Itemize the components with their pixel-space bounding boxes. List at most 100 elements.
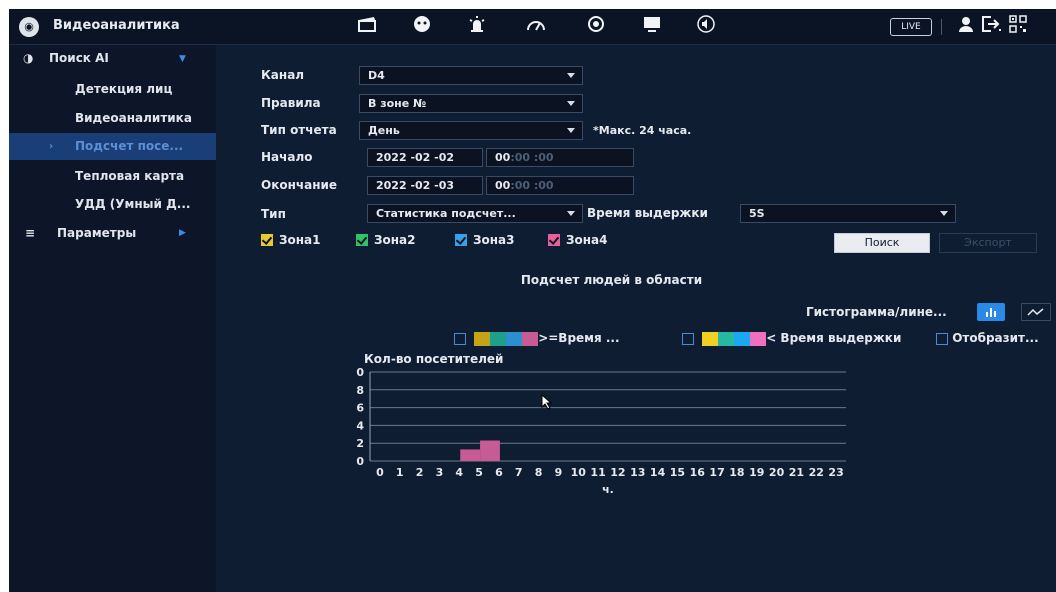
- start-min-sec: :00 :00: [510, 151, 554, 164]
- report-type-select[interactable]: День: [359, 121, 583, 140]
- checkbox-icon: [455, 234, 467, 246]
- sidebar-item-label: Параметры: [57, 226, 137, 240]
- y-tick-label: 8: [356, 384, 364, 397]
- rules-label: Правила: [261, 96, 321, 110]
- x-tick-label: 19: [749, 466, 764, 479]
- display-label: Отобразит...: [952, 331, 1039, 345]
- chart-mode-label: Гистограмма/лине...: [806, 305, 947, 319]
- bar: [480, 440, 500, 461]
- y-tick-label: 4: [356, 419, 364, 432]
- gauge-icon[interactable]: [523, 15, 549, 39]
- x-tick-label: 14: [650, 466, 666, 479]
- top-bar: ◉ Видеоаналитика LIVE: [9, 9, 1056, 45]
- search-ai-icon: ◑: [23, 51, 34, 65]
- record-icon[interactable]: [583, 15, 609, 39]
- dwell-select[interactable]: 5S: [740, 204, 956, 223]
- sidebar-item-udd[interactable]: УДД (Умный Д...: [9, 191, 216, 218]
- histogram-mode-icon[interactable]: [977, 303, 1005, 321]
- user-icon[interactable]: [953, 15, 979, 39]
- speaker-icon[interactable]: [693, 15, 719, 39]
- legend-swatch: [506, 331, 523, 346]
- x-tick-label: 12: [610, 466, 625, 479]
- x-tick-label: 15: [670, 466, 685, 479]
- chevron-down-icon: [567, 73, 575, 78]
- x-tick-label: 17: [709, 466, 724, 479]
- face-icon[interactable]: [409, 15, 435, 39]
- sidebar-item-heatmap[interactable]: Тепловая карта: [9, 163, 216, 190]
- x-tick-label: 11: [590, 466, 605, 479]
- legend-swatch: [490, 331, 507, 346]
- zone3-checkbox[interactable]: Зона3: [455, 233, 515, 247]
- legend-lt-label: < Время выдержки: [766, 331, 902, 345]
- clapper-icon[interactable]: [354, 15, 380, 39]
- legend-swatch: [522, 331, 539, 346]
- chevron-right-icon: ›: [49, 141, 54, 152]
- y-tick-label: 6: [356, 402, 364, 415]
- line-mode-icon[interactable]: [1021, 303, 1051, 321]
- legend-ge[interactable]: >=Время ...: [454, 331, 620, 346]
- checkbox-icon: [261, 234, 273, 246]
- channel-label: Канал: [261, 68, 305, 82]
- type-select[interactable]: Статистика подсчет...: [367, 204, 583, 223]
- sidebar-item-search-ai[interactable]: ◑ Поиск AI ▼: [9, 45, 216, 72]
- y-tick-label: 10: [356, 366, 364, 379]
- zone1-checkbox[interactable]: Зона1: [261, 233, 321, 247]
- qr-icon[interactable]: [1005, 15, 1031, 39]
- cursor-icon: [541, 394, 553, 410]
- x-tick-label: 3: [436, 466, 444, 479]
- topbar-divider: [941, 19, 942, 35]
- zone2-checkbox[interactable]: Зона2: [356, 233, 416, 247]
- x-tick-label: 8: [535, 466, 543, 479]
- report-type-label: Тип отчета: [261, 123, 337, 137]
- y-tick-label: 0: [356, 455, 364, 468]
- main-panel: Канал D4 Правила В зоне № Тип отчета Ден…: [216, 45, 1056, 592]
- report-note: *Макс. 24 часа.: [593, 124, 692, 137]
- checkbox-icon: [936, 332, 948, 345]
- start-date-field[interactable]: 2022 -02 -02: [367, 148, 483, 167]
- checkbox-icon: [548, 234, 560, 246]
- x-tick-label: 6: [495, 466, 503, 479]
- start-time-field[interactable]: 00:00 :00: [486, 148, 634, 167]
- sidebar-item-label: Видеоаналитика: [75, 111, 192, 125]
- export-button[interactable]: Экспорт: [939, 233, 1037, 253]
- x-tick-label: 0: [376, 466, 384, 479]
- zone4-checkbox[interactable]: Зона4: [548, 233, 608, 247]
- rules-select[interactable]: В зоне №: [359, 94, 583, 113]
- channel-select[interactable]: D4: [359, 66, 583, 85]
- legend-swatch: [474, 331, 491, 346]
- display-toggle[interactable]: Отобразит...: [936, 331, 1039, 345]
- sidebar-item-face-detection[interactable]: Детекция лиц: [9, 76, 216, 103]
- live-button[interactable]: LIVE: [890, 18, 932, 36]
- x-tick-label: 7: [515, 466, 523, 479]
- checkbox-icon: [682, 332, 694, 345]
- chart: Кол-во посетителей0246810012345678910111…: [356, 352, 846, 496]
- sidebar-item-video-analytics[interactable]: Видеоаналитика: [9, 105, 216, 132]
- end-date-field[interactable]: 2022 -02 -03: [367, 176, 483, 195]
- type-label: Тип: [261, 207, 286, 221]
- end-time-field[interactable]: 00:00 :00: [486, 176, 634, 195]
- zone1-label: Зона1: [279, 233, 321, 247]
- sidebar-item-label: УДД (Умный Д...: [75, 197, 191, 211]
- y-axis-label: Кол-во посетителей: [364, 352, 503, 366]
- sidebar-item-people-counting[interactable]: › Подсчет посе...: [9, 133, 216, 160]
- bar: [460, 449, 481, 461]
- legend-lt[interactable]: < Время выдержки: [682, 331, 902, 346]
- x-tick-label: 13: [630, 466, 645, 479]
- x-tick-label: 23: [828, 466, 843, 479]
- x-tick-label: 4: [455, 466, 463, 479]
- search-button[interactable]: Поиск: [834, 233, 930, 253]
- zone3-label: Зона3: [473, 233, 515, 247]
- zone2-label: Зона2: [374, 233, 416, 247]
- x-tick-label: 9: [555, 466, 563, 479]
- chevron-down-icon: [567, 211, 575, 216]
- monitor-icon[interactable]: [639, 15, 665, 39]
- alarm-icon[interactable]: [464, 15, 490, 39]
- x-tick-label: 20: [769, 466, 785, 479]
- x-tick-label: 1: [396, 466, 404, 479]
- chevron-down-icon: ▼: [179, 54, 186, 64]
- end-hour: 00: [495, 179, 511, 192]
- chevron-down-icon: [567, 101, 575, 106]
- logout-icon[interactable]: [979, 15, 1005, 39]
- x-tick-label: 21: [789, 466, 804, 479]
- sidebar-item-params[interactable]: ≡ Параметры ▶: [9, 220, 216, 247]
